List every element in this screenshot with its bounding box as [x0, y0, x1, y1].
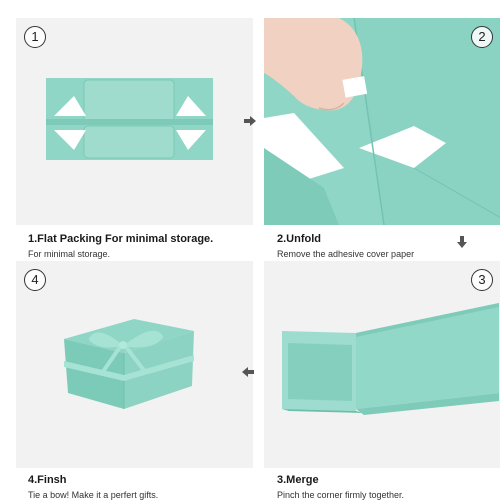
step-1-caption: 1.Flat Packing For minimal storage. For …	[28, 233, 213, 259]
step-1-title: 1.Flat Packing For minimal storage.	[28, 233, 214, 245]
merge-illustration	[282, 303, 499, 415]
step-3-image: 3	[264, 261, 500, 468]
step-4-subtitle: Tie a bow! Make it a perfert gifts.	[28, 490, 159, 500]
step-1-image: 1	[16, 18, 253, 225]
gift-box-illustration	[64, 319, 194, 409]
step-2-title: 2.Unfold	[277, 233, 321, 245]
step-3-title: 3.Merge	[277, 474, 319, 486]
step-4-caption: 4.Finsh Tie a bow! Make it a perfert gif…	[28, 474, 158, 500]
step-4-image: 4	[16, 261, 253, 468]
step-2-subtitle: Remove the adhesive cover paper	[277, 249, 415, 259]
step-3-subtitle: Pinch the corner firmly together.	[277, 490, 405, 500]
unfold-illustration	[264, 18, 500, 225]
step-1-number: 1	[24, 26, 46, 48]
step-4-number: 4	[24, 269, 46, 291]
step-1-subtitle: For minimal storage.	[28, 249, 111, 259]
step-2-caption: 2.Unfold Remove the adhesive cover paper	[277, 233, 414, 259]
step-2-image: 2	[264, 18, 500, 225]
arrow-down-icon	[455, 235, 469, 249]
step-3-caption: 3.Merge Pinch the corner firmly together…	[277, 474, 404, 500]
flat-box-illustration	[46, 78, 213, 160]
step-3-number: 3	[471, 269, 493, 291]
step-2-number: 2	[471, 26, 493, 48]
arrow-left-icon	[241, 365, 255, 379]
arrow-right-icon	[243, 114, 257, 128]
step-4-title: 4.Finsh	[28, 474, 67, 486]
